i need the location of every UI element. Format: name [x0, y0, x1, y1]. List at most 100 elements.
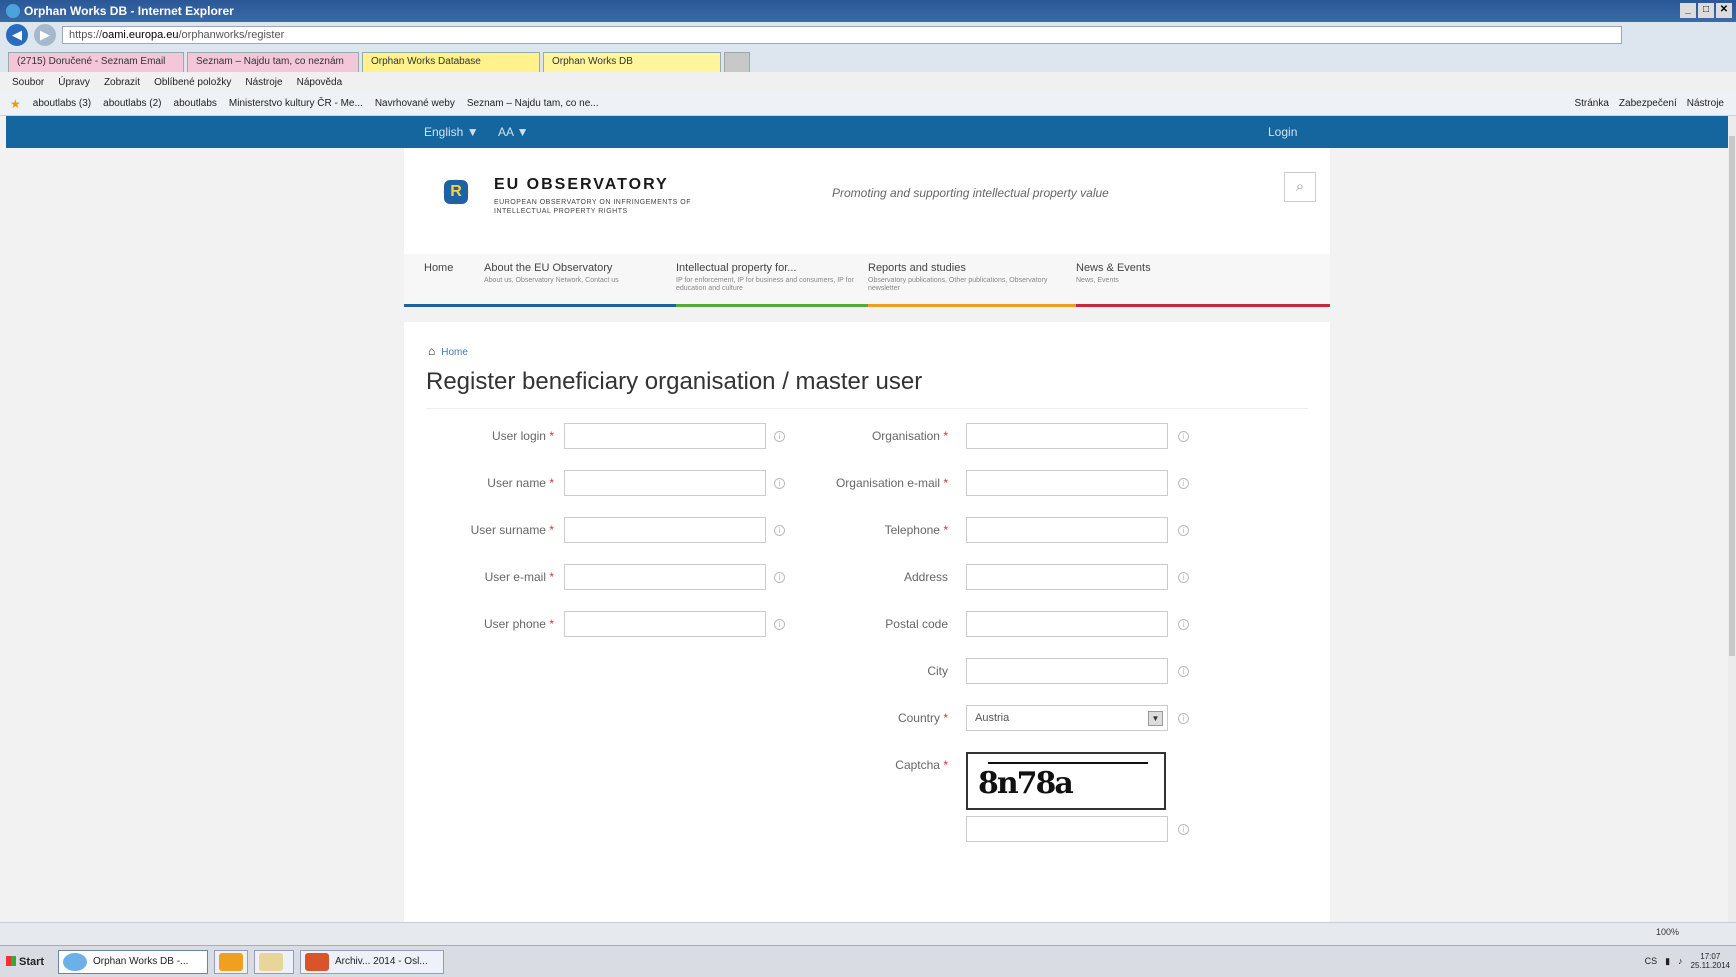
start-button[interactable]: Start — [6, 951, 52, 973]
captcha-text: 8n78a — [978, 766, 1074, 801]
nav-about-sub: About us, Observatory Network, Contact u… — [484, 277, 619, 284]
label-organisation: Organisation * — [871, 429, 948, 443]
organisation-email-input[interactable] — [966, 470, 1168, 496]
tab-strip: (2715) Doručené - Seznam Email Seznam – … — [0, 48, 1736, 72]
favorite-link[interactable]: Seznam – Najdu tam, co ne... — [467, 98, 599, 109]
captcha-input[interactable] — [966, 816, 1168, 842]
maximize-button[interactable]: □ — [1698, 3, 1714, 18]
info-icon[interactable]: i — [1178, 572, 1189, 583]
network-icon[interactable]: ▮ — [1665, 956, 1670, 967]
brand-subtitle: EUROPEAN OBSERVATORY ON INFRINGEMENTS OF… — [494, 199, 691, 215]
scrollbar-thumb[interactable] — [1729, 136, 1735, 656]
city-input[interactable] — [966, 658, 1168, 684]
command-security[interactable]: Zabezpečení — [1619, 98, 1677, 109]
menu-file[interactable]: Soubor — [12, 77, 44, 88]
label-user-phone: User phone * — [483, 617, 554, 631]
favorite-link[interactable]: aboutlabs — [174, 98, 217, 109]
language-selector[interactable]: English ▼ — [424, 125, 479, 139]
nav-ip-for[interactable]: Intellectual property for... IP for enfo… — [676, 262, 866, 293]
user-phone-input[interactable] — [564, 611, 766, 637]
label-postal-code: Postal code — [885, 617, 948, 631]
organisation-input[interactable] — [966, 423, 1168, 449]
taskbar-item-explorer[interactable] — [254, 950, 294, 974]
info-icon[interactable]: i — [1178, 824, 1189, 835]
back-button[interactable]: ◀ — [6, 24, 28, 46]
user-login-input[interactable] — [564, 423, 766, 449]
info-icon[interactable]: i — [774, 525, 785, 536]
address-bar[interactable]: https://oami.europa.eu/orphanworks/regis… — [62, 26, 1622, 44]
folder-icon — [259, 953, 283, 971]
menu-edit[interactable]: Úpravy — [58, 77, 90, 88]
user-name-input[interactable] — [564, 470, 766, 496]
nav-reports-label: Reports and studies — [868, 262, 966, 274]
eu-observatory-logo[interactable]: R — [432, 168, 480, 216]
font-size-selector[interactable]: AA ▼ — [498, 125, 529, 139]
nav-news[interactable]: News & Events News, Events — [1076, 262, 1256, 285]
address-host: oami.europa.eu — [102, 29, 179, 41]
volume-icon[interactable]: ♪ — [1678, 956, 1683, 966]
tab-orphan-works-db[interactable]: Orphan Works DB — [543, 52, 721, 72]
close-button[interactable]: ✕ — [1716, 3, 1732, 18]
tab-email[interactable]: (2715) Doručené - Seznam Email — [8, 52, 184, 72]
nav-reports[interactable]: Reports and studies Observatory publicat… — [868, 262, 1064, 293]
menu-view[interactable]: Zobrazit — [104, 77, 140, 88]
telephone-input[interactable] — [966, 517, 1168, 543]
label-user-surname: User surname * — [470, 523, 554, 537]
tab-orphan-works-database[interactable]: Orphan Works Database — [362, 52, 540, 72]
info-icon[interactable]: i — [1178, 525, 1189, 536]
tab-seznam[interactable]: Seznam – Najdu tam, co neznám — [187, 52, 359, 72]
favorite-link[interactable]: aboutlabs (2) — [103, 98, 161, 109]
taskbar-item-ie[interactable]: Orphan Works DB -... — [58, 950, 208, 974]
command-tools[interactable]: Nástroje — [1687, 98, 1724, 109]
ie-icon — [6, 4, 20, 18]
divider — [426, 408, 1308, 409]
taskbar-item-outlook[interactable] — [214, 950, 248, 974]
system-tray: CS ▮ ♪ 17:07 25.11.2014 — [1645, 952, 1730, 970]
user-surname-input[interactable] — [564, 517, 766, 543]
menu-favorites[interactable]: Oblíbené položky — [154, 77, 231, 88]
user-email-input[interactable] — [564, 564, 766, 590]
info-icon[interactable]: i — [774, 572, 785, 583]
captcha-image: 8n78a — [966, 752, 1166, 810]
menu-tools[interactable]: Nástroje — [245, 77, 282, 88]
command-page[interactable]: Stránka — [1574, 98, 1608, 109]
language-indicator[interactable]: CS — [1645, 956, 1658, 966]
favorite-link[interactable]: Ministerstvo kultury ČR - Me... — [229, 98, 363, 109]
search-icon[interactable]: ⌕ — [1284, 172, 1316, 202]
favorite-link[interactable]: aboutlabs (3) — [33, 98, 91, 109]
nav-about[interactable]: About the EU Observatory About us, Obser… — [484, 262, 674, 285]
taskbar-item-label: Orphan Works DB -... — [93, 956, 189, 967]
info-icon[interactable]: i — [1178, 713, 1189, 724]
menu-help[interactable]: Nápověda — [297, 77, 343, 88]
vertical-scrollbar[interactable] — [1728, 116, 1736, 922]
page-title: Register beneficiary organisation / mast… — [426, 368, 923, 395]
info-icon[interactable]: i — [1178, 478, 1189, 489]
nav-color-bar — [676, 304, 868, 307]
minimize-button[interactable]: _ — [1680, 3, 1696, 18]
label-organisation-email: Organisation e-mail * — [835, 476, 948, 490]
favorites-star-icon[interactable]: ★ — [10, 97, 21, 111]
clock-date: 25.11.2014 — [1690, 961, 1730, 970]
address-input[interactable] — [966, 564, 1168, 590]
favorite-link[interactable]: Navrhované weby — [375, 98, 455, 109]
chevron-down-icon[interactable]: ▼ — [1148, 711, 1163, 726]
info-icon[interactable]: i — [1178, 431, 1189, 442]
info-icon[interactable]: i — [774, 478, 785, 489]
login-link[interactable]: Login — [1268, 125, 1297, 139]
info-icon[interactable]: i — [774, 619, 785, 630]
breadcrumb-home[interactable]: Home — [441, 347, 468, 358]
country-select[interactable]: Austria ▼ — [966, 705, 1168, 731]
info-icon[interactable]: i — [1178, 619, 1189, 630]
taskbar-item-label: Archiv... 2014 - Osl... — [335, 956, 428, 967]
taskbar-item-powerpoint[interactable]: Archiv... 2014 - Osl... — [300, 950, 444, 974]
home-icon[interactable]: ⌂ — [428, 344, 435, 358]
clock[interactable]: 17:07 25.11.2014 — [1691, 952, 1730, 970]
info-icon[interactable]: i — [774, 431, 785, 442]
postal-code-input[interactable] — [966, 611, 1168, 637]
zoom-level[interactable]: 100% — [1656, 927, 1679, 937]
info-icon[interactable]: i — [1178, 666, 1189, 677]
nav-home[interactable]: Home — [424, 262, 453, 274]
new-tab-button[interactable] — [724, 52, 750, 72]
forward-button[interactable]: ▶ — [34, 24, 56, 46]
nav-news-sub: News, Events — [1076, 277, 1119, 284]
